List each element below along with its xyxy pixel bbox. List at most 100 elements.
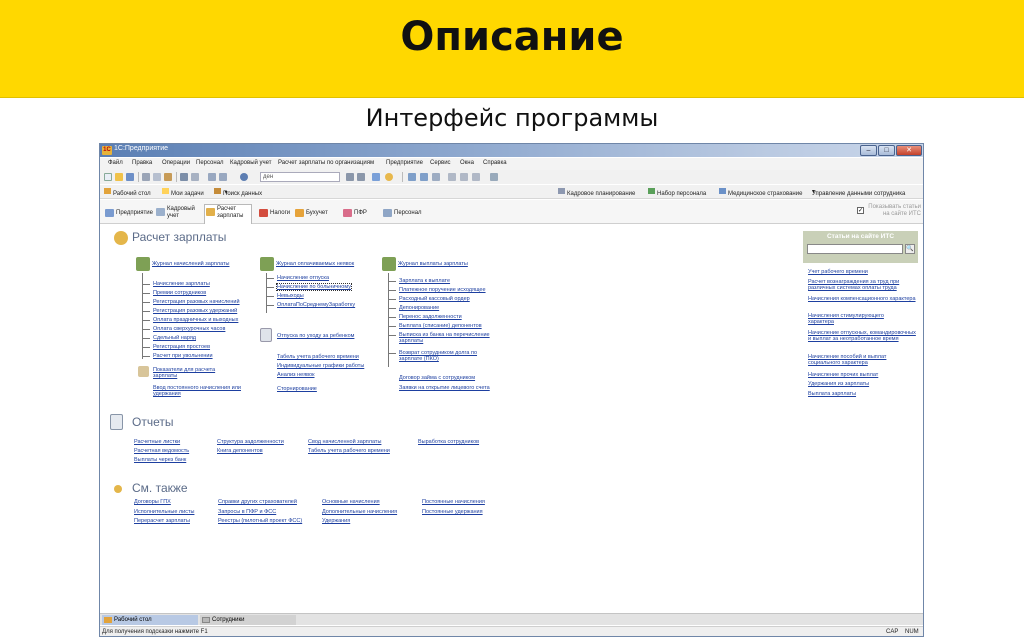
link-col3-extra[interactable]: Договор займа с сотрудником xyxy=(399,375,475,381)
menu-personnel[interactable]: Персонал xyxy=(196,160,224,166)
link-see-also[interactable]: Дополнительные начисления xyxy=(322,509,397,515)
cut-icon[interactable] xyxy=(142,173,150,181)
link-report[interactable]: Структура задолженности xyxy=(217,439,284,445)
link-its[interactable]: Начисления стимулирующего характера xyxy=(808,313,908,325)
memory-minus-icon[interactable] xyxy=(472,173,480,181)
link-col2-item[interactable]: ОплатаПоСреднемуЗаработку xyxy=(265,302,355,308)
link-col3-extra[interactable]: Заявки на открытие лицевого счета xyxy=(399,385,491,391)
maximize-button[interactable]: □ xyxy=(878,145,895,156)
link-see-also[interactable]: Постоянные начисления xyxy=(422,499,485,505)
link-see-also[interactable]: Постоянные удержания xyxy=(422,509,483,515)
menu-payroll-org[interactable]: Расчет зарплаты по организациям xyxy=(278,160,374,166)
calculator-icon[interactable] xyxy=(420,173,428,181)
menu-file[interactable]: Файл xyxy=(108,160,123,166)
new-icon[interactable] xyxy=(104,173,112,181)
fav-tasks[interactable]: Мои задачи xyxy=(162,188,204,197)
tab-enterprise[interactable]: Предприятие xyxy=(104,209,155,221)
link-report[interactable]: Выплаты через банк xyxy=(134,457,186,463)
link-col1-item[interactable]: Премии сотрудников xyxy=(141,290,206,296)
link-col1-item[interactable]: Регистрация простоев xyxy=(141,344,210,350)
help-icon[interactable] xyxy=(385,173,393,181)
tab-personnel[interactable]: Персонал xyxy=(382,209,424,221)
link-payouts-journal[interactable]: Журнал выплаты зарплаты xyxy=(398,261,468,267)
link-see-also[interactable]: Перерасчет зарплаты xyxy=(134,518,190,524)
link-col1-item[interactable]: Начисление зарплаты xyxy=(142,281,210,287)
fav-employee-data[interactable]: Управление данными сотрудника ▾ xyxy=(812,188,905,197)
link-its[interactable]: Начисление прочих выплат xyxy=(808,372,878,378)
link-col3-item[interactable]: Возврат сотрудником долга по зарплате (П… xyxy=(388,350,494,362)
link-its[interactable]: Расчет вознаграждения за труд при различ… xyxy=(808,279,916,291)
fav-recruiting[interactable]: Набор персонала xyxy=(648,188,706,197)
tab-accounting[interactable]: Бухучет xyxy=(294,209,330,221)
link-its[interactable]: Начисления компенсационного характера xyxy=(808,296,916,302)
close-button[interactable]: ✕ xyxy=(896,145,922,156)
tab-taxes[interactable]: Налоги xyxy=(258,209,292,221)
link-its[interactable]: Начисление пособий и выплат социального … xyxy=(808,354,916,366)
link-col2-extra[interactable]: Анализ неявок xyxy=(277,372,315,378)
its-search-button[interactable]: 🔍 xyxy=(905,244,915,254)
tab-desktop[interactable]: Рабочий стол xyxy=(102,615,198,625)
save-icon[interactable] xyxy=(126,173,134,181)
its-articles-toggle[interactable]: ✓ Показывать статьи на сайте ИТС xyxy=(857,204,921,218)
link-col1-item[interactable]: Оплата сверхурочных часов xyxy=(141,326,225,332)
link-col3-item[interactable]: Перенос задолженности xyxy=(388,314,462,320)
memory-m-icon[interactable] xyxy=(448,173,456,181)
link-its[interactable]: Начисление отпускных, командировочных и … xyxy=(808,330,916,342)
link-see-also[interactable]: Удержания xyxy=(322,518,350,524)
redo-icon[interactable] xyxy=(219,173,227,181)
link-report[interactable]: Книга депонентов xyxy=(217,448,263,454)
link-report[interactable]: Расчетные листки xyxy=(134,439,180,445)
link-payroll-journal[interactable]: Журнал начислений зарплаты xyxy=(152,261,229,267)
link-col3-item[interactable]: Расходный кассовый ордер xyxy=(388,296,470,302)
tab-pfr[interactable]: ПФР xyxy=(342,209,369,221)
its-search-input[interactable] xyxy=(807,244,903,254)
link-permanent-accrual[interactable]: Ввод постоянного начисления или удержани… xyxy=(153,385,258,397)
link-col2-item[interactable]: Начисление отпуска xyxy=(265,275,329,281)
link-col1-item[interactable]: Расчет при увольнении xyxy=(142,353,213,359)
link-absences-journal[interactable]: Журнал оплачиваемых неявок xyxy=(276,261,354,267)
link-col1-item[interactable]: Сдельный наряд xyxy=(141,335,196,341)
link-col1-item[interactable]: Регистрация разовых удержаний xyxy=(141,308,237,314)
link-col2-extra[interactable]: Табель учета рабочего времени xyxy=(277,354,359,360)
calendar-icon[interactable] xyxy=(408,173,416,181)
fav-hr-planning[interactable]: Кадровое планирование xyxy=(558,188,635,197)
toolbar-search-input[interactable] xyxy=(260,172,340,182)
link-report[interactable]: Выработка сотрудников xyxy=(418,439,479,445)
link-col2-item[interactable]: Невыходы xyxy=(266,293,304,299)
menu-hr[interactable]: Кадровый учет xyxy=(230,160,272,166)
preview-icon[interactable] xyxy=(191,173,199,181)
link-its[interactable]: Выплата зарплаты xyxy=(808,391,856,397)
link-see-also[interactable]: Реестры (пилотный проект ФСС) xyxy=(218,518,302,524)
link-its[interactable]: Удержания из зарплаты xyxy=(808,381,869,387)
fav-search[interactable]: Поиск данных ▾ xyxy=(214,188,262,197)
menu-service[interactable]: Сервис xyxy=(430,160,451,166)
search-icon[interactable] xyxy=(240,173,248,181)
tab-hr[interactable]: Кадровый учет xyxy=(155,205,203,221)
link-col2-extra[interactable]: Сторнирование xyxy=(277,386,317,392)
link-col3-item[interactable]: Депонирование xyxy=(387,305,439,311)
menu-operations[interactable]: Операции xyxy=(162,160,190,166)
link-col1-item[interactable]: Оплата праздничных и выходных xyxy=(141,317,238,323)
users-icon[interactable] xyxy=(432,173,440,181)
link-col3-item[interactable]: Выписка из банка на перечисление зарплат… xyxy=(388,332,491,344)
link-col2-item[interactable]: Начисление по больничному xyxy=(266,283,352,291)
minimize-button[interactable]: – xyxy=(860,145,877,156)
link-see-also[interactable]: Основные начисления xyxy=(322,499,380,505)
find-next-icon[interactable] xyxy=(346,173,354,181)
link-col3-item[interactable]: Выплата (списание) депонентов xyxy=(388,323,482,329)
link-indicators[interactable]: Показатели для расчета зарплаты xyxy=(153,367,233,379)
print-icon[interactable] xyxy=(180,173,188,181)
link-its[interactable]: Учет рабочего времени xyxy=(808,269,868,275)
menu-help[interactable]: Справка xyxy=(483,160,507,166)
tab-employees[interactable]: Сотрудники xyxy=(200,615,296,625)
link-childcare[interactable]: Отпуска по уходу за ребенком xyxy=(277,333,354,339)
link-report[interactable]: Свод начисленной зарплаты xyxy=(308,439,381,445)
link-see-also[interactable]: Договоры ГПХ xyxy=(134,499,171,505)
open-icon[interactable] xyxy=(115,173,123,181)
link-col3-item[interactable]: Зарплата к выплате xyxy=(387,278,450,284)
undo-icon[interactable] xyxy=(208,173,216,181)
tab-payroll[interactable]: Расчет зарплаты xyxy=(204,204,252,224)
window-icon[interactable] xyxy=(372,173,380,181)
link-report[interactable]: Расчетная ведомость xyxy=(134,448,189,454)
menu-edit[interactable]: Правка xyxy=(132,160,152,166)
